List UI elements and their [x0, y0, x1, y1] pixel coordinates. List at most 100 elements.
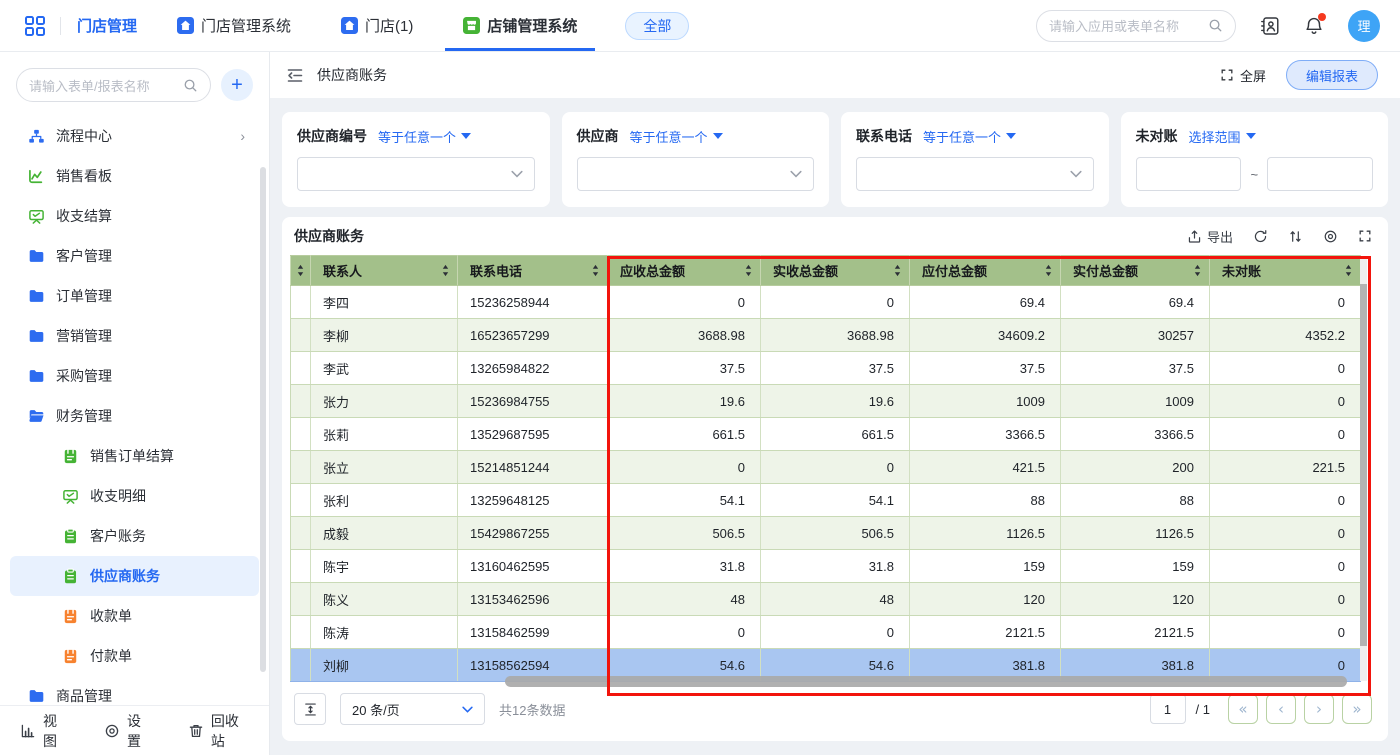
table-row-6[interactable]: 张立1521485124400421.5200221.5: [291, 451, 1361, 484]
column-header-实付总金额[interactable]: 实付总金额: [1061, 256, 1210, 286]
table-row-2[interactable]: 李柳165236572993688.983688.9834609.2302574…: [291, 319, 1361, 352]
cell-未对账: 221.5: [1210, 451, 1361, 484]
add-form-button[interactable]: +: [221, 69, 253, 101]
column-sort-icon[interactable]: [591, 264, 600, 277]
table-row-10[interactable]: 陈义1315346259648481201200: [291, 583, 1361, 616]
table-row-11[interactable]: 陈涛13158462599002121.52121.50: [291, 616, 1361, 649]
notification-bell-icon[interactable]: [1304, 16, 1324, 36]
app-tab-2[interactable]: 门店(1): [339, 0, 415, 51]
sidebar-item-付款单[interactable]: 付款单: [10, 636, 259, 676]
row-height-icon[interactable]: [294, 693, 326, 725]
sort-icon[interactable]: [1288, 229, 1303, 244]
filter-select[interactable]: [577, 157, 815, 191]
vertical-scrollbar[interactable]: [1360, 256, 1367, 681]
sidebar-scrollbar[interactable]: [260, 167, 266, 672]
column-sort-icon[interactable]: [744, 264, 753, 277]
column-sort-icon[interactable]: [893, 264, 902, 277]
column-sort-icon[interactable]: [1193, 264, 1202, 277]
sidebar-item-客户账务[interactable]: 客户账务: [10, 516, 259, 556]
sidebar-item-供应商账务[interactable]: 供应商账务: [10, 556, 259, 596]
prev-page-button[interactable]: ‹: [1266, 694, 1296, 724]
first-page-button[interactable]: «: [1228, 694, 1258, 724]
user-avatar[interactable]: 理: [1348, 10, 1380, 42]
filter-operator-dropdown[interactable]: 等于任意一个: [378, 127, 471, 146]
table-row-8[interactable]: 成毅15429867255506.5506.51126.51126.50: [291, 517, 1361, 550]
table-row-5[interactable]: 张莉13529687595661.5661.53366.53366.50: [291, 418, 1361, 451]
fullscreen-button[interactable]: 全屏: [1220, 66, 1266, 85]
range-max-input[interactable]: [1267, 157, 1373, 191]
sidebar-item-采购管理[interactable]: 采购管理: [10, 356, 259, 396]
sidebar-footer-视图[interactable]: 视图: [20, 711, 68, 751]
table-fullscreen-icon[interactable]: [1358, 229, 1372, 243]
column-header-未对账[interactable]: 未对账: [1210, 256, 1361, 286]
cell-未对账: 0: [1210, 550, 1361, 583]
column-header-应付总金额[interactable]: 应付总金额: [910, 256, 1061, 286]
data-table: 联系人联系电话应收总金额实收总金额应付总金额实付总金额未对账李四15236258…: [290, 255, 1361, 682]
page-title: 供应商账务: [317, 65, 387, 85]
column-header-应收总金额[interactable]: 应收总金额: [608, 256, 761, 286]
sidebar-item-收支结算[interactable]: 收支结算: [10, 196, 259, 236]
sidebar-item-销售订单结算[interactable]: 销售订单结算: [10, 436, 259, 476]
collapse-sidebar-icon[interactable]: [286, 68, 304, 83]
cell-应收总金额: 19.6: [608, 385, 761, 418]
range-min-input[interactable]: [1136, 157, 1242, 191]
app-tab-label: 门店管理系统: [201, 15, 291, 36]
table-row-7[interactable]: 张利1325964812554.154.188880: [291, 484, 1361, 517]
sidebar-item-营销管理[interactable]: 营销管理: [10, 316, 259, 356]
next-page-button[interactable]: ›: [1304, 694, 1334, 724]
store-icon: [463, 17, 480, 34]
cell-未对账: 0: [1210, 352, 1361, 385]
column-sort-icon[interactable]: [1344, 264, 1353, 277]
sidebar-search-input[interactable]: 请输入表单/报表名称: [16, 68, 211, 102]
page-size-select[interactable]: 20 条/页: [340, 693, 485, 725]
cell-partial: [291, 517, 311, 550]
ledger-green-icon: [62, 448, 79, 465]
filter-operator-dropdown[interactable]: 等于任意一个: [923, 127, 1016, 146]
column-header-实收总金额[interactable]: 实收总金额: [761, 256, 910, 286]
edit-report-button[interactable]: 编辑报表: [1286, 60, 1378, 90]
column-sort-icon[interactable]: [1044, 264, 1053, 277]
sidebar-item-客户管理[interactable]: 客户管理: [10, 236, 259, 276]
sidebar-item-label: 收款单: [90, 606, 132, 626]
top-navbar-left: 门店管理 门店管理系统 门店(1) 店铺管理系统 全部: [24, 0, 689, 51]
app-tab-3[interactable]: 店铺管理系统: [461, 0, 579, 51]
last-page-button[interactable]: »: [1342, 694, 1372, 724]
cell-partial: [291, 319, 311, 352]
sidebar-item-订单管理[interactable]: 订单管理: [10, 276, 259, 316]
workspace-link[interactable]: 门店管理: [77, 15, 137, 36]
column-header-partial[interactable]: [291, 256, 311, 286]
page-number-input[interactable]: 1: [1150, 694, 1186, 724]
table-row-3[interactable]: 李武1326598482237.537.537.537.50: [291, 352, 1361, 385]
table-row-4[interactable]: 张力1523698475519.619.6100910090: [291, 385, 1361, 418]
filter-select[interactable]: [856, 157, 1094, 191]
all-filter-pill[interactable]: 全部: [625, 12, 689, 40]
refresh-icon[interactable]: [1253, 229, 1268, 244]
export-button[interactable]: 导出: [1187, 227, 1233, 246]
filter-operator-dropdown[interactable]: 等于任意一个: [630, 127, 723, 146]
table-row-1[interactable]: 李四152362589440069.469.40: [291, 286, 1361, 319]
horizontal-scrollbar[interactable]: [505, 676, 1347, 687]
app-tab-1[interactable]: 门店管理系统: [175, 0, 293, 51]
column-header-联系人[interactable]: 联系人: [311, 256, 458, 286]
cell-应付总金额: 1009: [910, 385, 1061, 418]
sidebar-search-placeholder: 请输入表单/报表名称: [29, 76, 150, 95]
sidebar-footer-设置[interactable]: 设置: [104, 711, 152, 751]
sidebar-item-收款单[interactable]: 收款单: [10, 596, 259, 636]
sidebar-item-销售看板[interactable]: 销售看板: [10, 156, 259, 196]
column-header-联系电话[interactable]: 联系电话: [458, 256, 608, 286]
filter-operator-dropdown[interactable]: 选择范围: [1189, 127, 1256, 146]
app-launcher-icon[interactable]: [24, 15, 46, 37]
visibility-icon[interactable]: [1323, 229, 1338, 244]
cell-实付总金额: 120: [1061, 583, 1210, 616]
column-sort-icon[interactable]: [441, 264, 450, 277]
sidebar-item-流程中心[interactable]: 流程中心›: [10, 116, 259, 156]
cell-应收总金额: 0: [608, 451, 761, 484]
table-row-9[interactable]: 陈宇1316046259531.831.81591590: [291, 550, 1361, 583]
contacts-icon[interactable]: [1260, 16, 1280, 36]
sidebar-item-商品管理[interactable]: 商品管理: [10, 676, 259, 705]
sidebar-footer-回收站[interactable]: 回收站: [188, 711, 249, 751]
global-search-input[interactable]: 请输入应用或表单名称: [1036, 10, 1236, 42]
sidebar-item-收支明细[interactable]: 收支明细: [10, 476, 259, 516]
filter-select[interactable]: [297, 157, 535, 191]
sidebar-item-财务管理[interactable]: 财务管理: [10, 396, 259, 436]
